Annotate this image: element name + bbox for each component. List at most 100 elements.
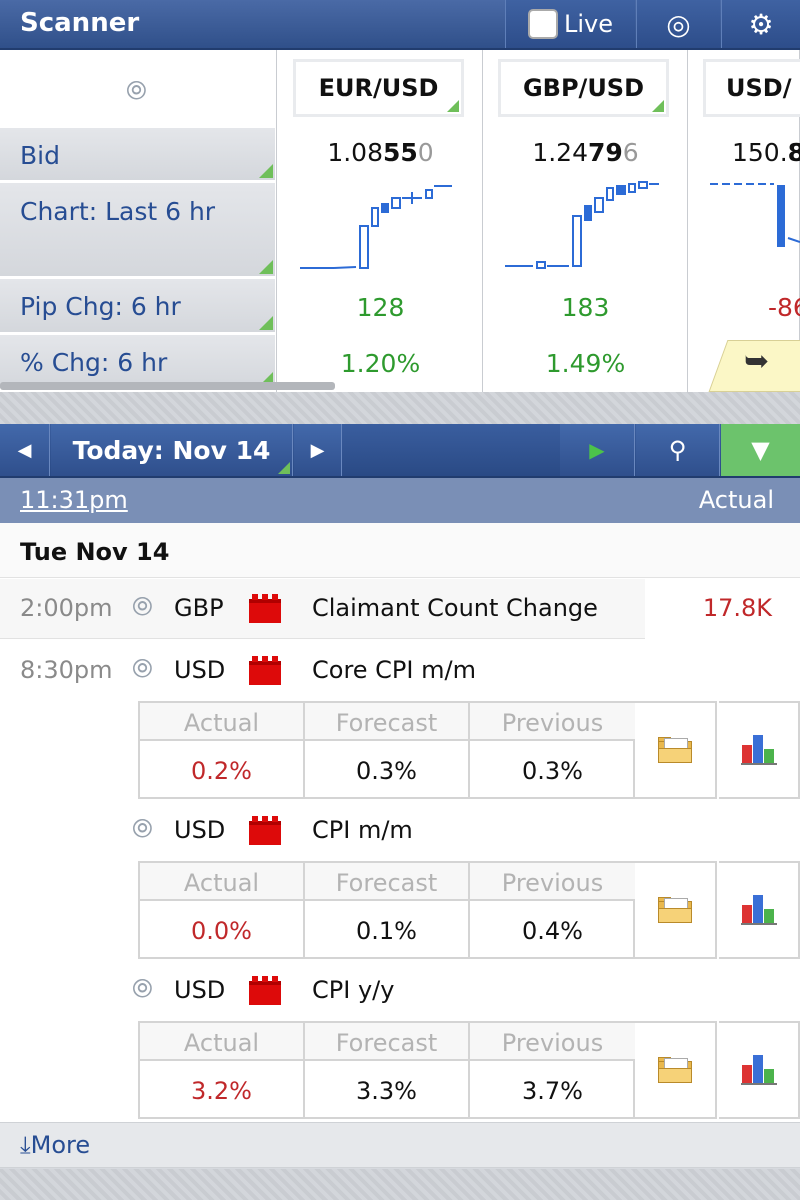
bid-price: 150.8 <box>732 138 800 167</box>
event-row[interactable]: ⦾ USD CPI m/m <box>0 801 800 861</box>
sound-icon[interactable]: ⦾ <box>132 654 153 685</box>
sparkline-chart[interactable] <box>704 178 800 278</box>
pip-change: 183 <box>561 293 610 322</box>
time-header: 11:31pm Actual <box>0 478 800 523</box>
search-icon: ⚲ <box>668 436 687 464</box>
event-name[interactable]: Core CPI m/m <box>312 656 476 684</box>
search-button[interactable]: ⚲ <box>636 424 720 476</box>
previous-value: 3.7% <box>522 1077 583 1105</box>
arrow-right-icon: ➥ <box>744 344 770 379</box>
history-chart-button[interactable] <box>719 701 800 799</box>
row-label-bid[interactable]: Bid <box>0 128 275 183</box>
details-button[interactable] <box>635 1021 717 1119</box>
settings-button[interactable]: ⚙ <box>721 0 800 48</box>
lifebuoy-button[interactable]: ◎ <box>636 0 720 48</box>
actual-header: Actual <box>140 703 305 741</box>
filter-icon: ▼ <box>751 436 770 464</box>
event-detail: Actual Forecast Previous 3.2% 3.3% 3.7% <box>138 1021 800 1119</box>
event-row[interactable]: 8:30pm ⦾ USD Core CPI m/m <box>0 641 800 701</box>
impact-high-icon <box>249 976 281 1005</box>
event-time: 8:30pm <box>20 656 113 684</box>
sparkline-chart[interactable] <box>294 178 464 278</box>
more-bar: ⤓More <box>0 1122 800 1168</box>
next-day-button[interactable]: ▶ <box>294 424 342 476</box>
sparkline-chart[interactable] <box>499 178 669 278</box>
filter-button[interactable]: ▼ <box>721 424 800 476</box>
history-chart-button[interactable] <box>719 861 800 959</box>
percent-change: 1.49% <box>545 349 626 378</box>
event-currency: GBP <box>174 594 224 622</box>
previous-header: Previous <box>470 863 635 901</box>
date-selector[interactable]: Today: Nov 14 <box>51 424 293 476</box>
calendar-toolbar: ◀ Today: Nov 14 ▶ ▶ ⚲ ▼ <box>0 424 800 478</box>
event-currency: USD <box>174 976 226 1004</box>
event-name[interactable]: Claimant Count Change <box>312 594 598 622</box>
bottom-divider <box>0 1169 800 1200</box>
event-detail-table: Actual Forecast Previous 3.2% 3.3% 3.7% <box>138 1021 635 1119</box>
folder-icon <box>658 897 692 923</box>
previous-header: Previous <box>470 1023 635 1061</box>
event-detail: Actual Forecast Previous 0.0% 0.1% 0.4% <box>138 861 800 959</box>
gear-icon: ⚙ <box>748 7 774 41</box>
event-time: 2:00pm <box>20 594 113 622</box>
event-currency: USD <box>174 816 226 844</box>
folder-icon <box>658 737 692 763</box>
details-button[interactable] <box>635 861 717 959</box>
pair-column-eurusd: EUR/USD 1.08550 128 1.20% <box>278 50 483 392</box>
download-arrow-icon: ⤓ <box>20 1131 31 1159</box>
play-icon: ▶ <box>589 438 605 462</box>
horizontal-scrollbar[interactable] <box>0 382 335 390</box>
event-detail: Actual Forecast Previous 0.2% 0.3% 0.3% <box>138 701 800 799</box>
forecast-header: Forecast <box>305 703 470 741</box>
details-button[interactable] <box>635 701 717 799</box>
event-name[interactable]: CPI m/m <box>312 816 413 844</box>
event-row[interactable]: 2:00pm ⦾ GBP Claimant Count Change 17.8K <box>0 579 800 639</box>
sound-icon[interactable]: ⦾ <box>132 592 153 623</box>
live-label: Live <box>563 10 613 38</box>
pip-change: -86 <box>768 293 800 322</box>
sound-icon[interactable]: ⦾ <box>132 974 153 1005</box>
sound-icon[interactable]: ⦾ <box>132 814 153 845</box>
chevron-left-icon: ◀ <box>17 439 32 461</box>
live-toggle[interactable]: Live <box>505 0 635 48</box>
actual-column-header: Actual <box>698 486 774 514</box>
pair-symbol[interactable]: GBP/USD <box>501 62 666 114</box>
event-list: Tue Nov 14 2:00pm ⦾ GBP Claimant Count C… <box>0 523 800 1123</box>
chevron-right-icon: ▶ <box>310 439 325 461</box>
forecast-header: Forecast <box>305 863 470 901</box>
previous-day-button[interactable]: ◀ <box>0 424 50 476</box>
previous-value: 0.3% <box>522 757 583 785</box>
event-detail-table: Actual Forecast Previous 0.2% 0.3% 0.3% <box>138 701 635 799</box>
panel-divider <box>0 392 800 424</box>
bar-chart-icon <box>740 1055 777 1085</box>
row-label-pip-change[interactable]: Pip Chg: 6 hr <box>0 279 275 335</box>
actual-header: Actual <box>140 1023 305 1061</box>
live-checkbox[interactable] <box>527 9 558 39</box>
play-button[interactable]: ▶ <box>560 424 635 476</box>
current-time-link[interactable]: 11:31pm <box>20 486 128 514</box>
percent-change: 1.20% <box>340 349 421 378</box>
forecast-value: 0.3% <box>305 741 470 797</box>
actual-value: 0.0% <box>140 901 305 957</box>
more-button[interactable]: ⤓More <box>20 1131 90 1159</box>
scanner-row-labels: ⦾ Bid Chart: Last 6 hr Pip Chg: 6 hr % C… <box>0 50 277 392</box>
event-row[interactable]: ⦾ USD CPI y/y <box>0 961 800 1021</box>
history-chart-button[interactable] <box>719 1021 800 1119</box>
bar-chart-icon <box>740 895 777 925</box>
sound-icon[interactable]: ⦾ <box>126 76 147 107</box>
actual-header: Actual <box>140 863 305 901</box>
impact-high-icon <box>249 816 281 845</box>
impact-high-icon <box>249 594 281 623</box>
actual-value: 0.2% <box>140 741 305 797</box>
pair-symbol[interactable]: EUR/USD <box>296 62 461 114</box>
bid-price: 1.08550 <box>327 138 434 167</box>
scanner-grid: ⦾ Bid Chart: Last 6 hr Pip Chg: 6 hr % C… <box>0 50 800 392</box>
event-name[interactable]: CPI y/y <box>312 976 394 1004</box>
row-label-chart[interactable]: Chart: Last 6 hr <box>0 183 275 279</box>
forecast-value: 3.3% <box>305 1061 470 1117</box>
day-heading: Tue Nov 14 <box>0 523 800 578</box>
bar-chart-icon <box>740 735 777 765</box>
previous-header: Previous <box>470 703 635 741</box>
scanner-header: Scanner Live ◎ ⚙ <box>0 0 800 50</box>
pair-symbol[interactable]: USD/ <box>706 62 800 114</box>
